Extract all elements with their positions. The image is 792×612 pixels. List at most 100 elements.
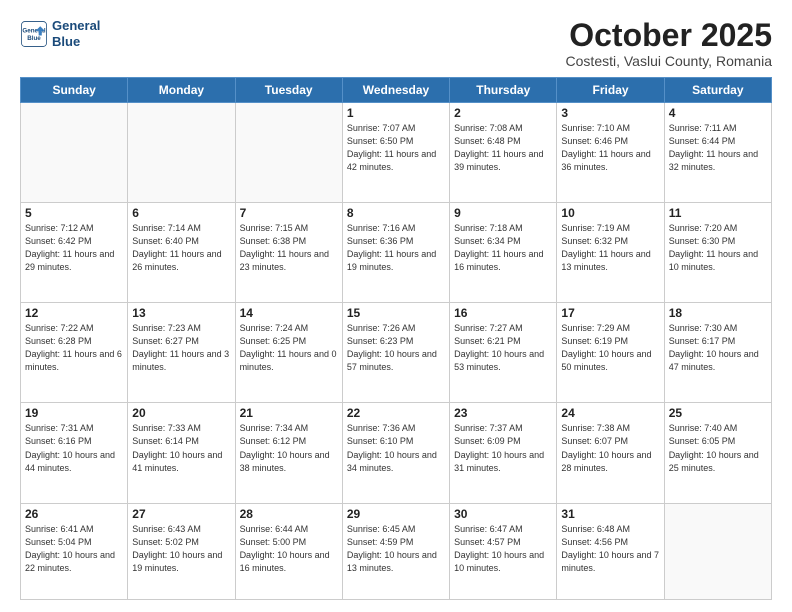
table-row xyxy=(128,103,235,203)
day-info: Sunrise: 7:37 AM Sunset: 6:09 PM Dayligh… xyxy=(454,422,552,474)
table-row xyxy=(235,103,342,203)
calendar-table: Sunday Monday Tuesday Wednesday Thursday… xyxy=(20,77,772,600)
table-row: 27 Sunrise: 6:43 AM Sunset: 5:02 PM Dayli… xyxy=(128,503,235,600)
day-number: 17 xyxy=(561,306,659,320)
day-number: 16 xyxy=(454,306,552,320)
day-info: Sunrise: 7:20 AM Sunset: 6:30 PM Dayligh… xyxy=(669,222,767,274)
day-number: 22 xyxy=(347,406,445,420)
table-row xyxy=(664,503,771,600)
day-number: 27 xyxy=(132,507,230,521)
col-monday: Monday xyxy=(128,78,235,103)
day-number: 14 xyxy=(240,306,338,320)
day-number: 25 xyxy=(669,406,767,420)
table-row: 6Sunrise: 7:14 AM Sunset: 6:40 PM Daylig… xyxy=(128,203,235,303)
table-row: 5Sunrise: 7:12 AM Sunset: 6:42 PM Daylig… xyxy=(21,203,128,303)
day-info: Sunrise: 7:16 AM Sunset: 6:36 PM Dayligh… xyxy=(347,222,445,274)
table-row: 26Sunrise: 6:41 AM Sunset: 5:04 PM Dayli… xyxy=(21,503,128,600)
day-number: 20 xyxy=(132,406,230,420)
header: General Blue General Blue October 2025 C… xyxy=(20,18,772,69)
table-row: 18Sunrise: 7:30 AM Sunset: 6:17 PM Dayli… xyxy=(664,303,771,403)
day-info: Sunrise: 7:31 AM Sunset: 6:16 PM Dayligh… xyxy=(25,422,123,474)
table-row: 13Sunrise: 7:23 AM Sunset: 6:27 PM Dayli… xyxy=(128,303,235,403)
col-wednesday: Wednesday xyxy=(342,78,449,103)
logo-text-line2: Blue xyxy=(52,34,100,50)
day-number: 1 xyxy=(347,106,445,120)
day-number: 21 xyxy=(240,406,338,420)
table-row: 17 Sunrise: 7:29 AM Sunset: 6:19 PM Dayli… xyxy=(557,303,664,403)
table-row: 22 Sunrise: 7:36 AM Sunset: 6:10 PM Dayli… xyxy=(342,403,449,503)
table-row: 28 Sunrise: 6:44 AM Sunset: 5:00 PM Dayli… xyxy=(235,503,342,600)
day-number: 15 xyxy=(347,306,445,320)
day-number: 28 xyxy=(240,507,338,521)
day-info: Sunrise: 7:33 AM Sunset: 6:14 PM Dayligh… xyxy=(132,422,230,474)
day-info: Sunrise: 6:41 AM Sunset: 5:04 PM Dayligh… xyxy=(25,523,123,575)
day-number: 2 xyxy=(454,106,552,120)
day-info: Sunrise: 7:26 AM Sunset: 6:23 PM Dayligh… xyxy=(347,322,445,374)
page: General Blue General Blue October 2025 C… xyxy=(0,0,792,612)
day-number: 11 xyxy=(669,206,767,220)
day-info: Sunrise: 6:45 AM Sunset: 4:59 PM Dayligh… xyxy=(347,523,445,575)
subtitle: Costesti, Vaslui County, Romania xyxy=(566,53,772,69)
table-row: 31 Sunrise: 6:48 AM Sunset: 4:56 PM Dayli… xyxy=(557,503,664,600)
table-row: 4Sunrise: 7:11 AM Sunset: 6:44 PM Daylig… xyxy=(664,103,771,203)
day-info: Sunrise: 6:43 AM Sunset: 5:02 PM Dayligh… xyxy=(132,523,230,575)
day-info: Sunrise: 7:22 AM Sunset: 6:28 PM Dayligh… xyxy=(25,322,123,374)
day-info: Sunrise: 7:15 AM Sunset: 6:38 PM Dayligh… xyxy=(240,222,338,274)
day-info: Sunrise: 7:36 AM Sunset: 6:10 PM Dayligh… xyxy=(347,422,445,474)
table-row: 24 Sunrise: 7:38 AM Sunset: 6:07 PM Dayli… xyxy=(557,403,664,503)
table-row: 9Sunrise: 7:18 AM Sunset: 6:34 PM Daylig… xyxy=(450,203,557,303)
day-info: Sunrise: 7:10 AM Sunset: 6:46 PM Dayligh… xyxy=(561,122,659,174)
day-number: 7 xyxy=(240,206,338,220)
day-info: Sunrise: 7:38 AM Sunset: 6:07 PM Dayligh… xyxy=(561,422,659,474)
day-info: Sunrise: 7:24 AM Sunset: 6:25 PM Dayligh… xyxy=(240,322,338,374)
day-info: Sunrise: 6:48 AM Sunset: 4:56 PM Dayligh… xyxy=(561,523,659,575)
table-row: 11 Sunrise: 7:20 AM Sunset: 6:30 PM Dayli… xyxy=(664,203,771,303)
table-row: 2Sunrise: 7:08 AM Sunset: 6:48 PM Daylig… xyxy=(450,103,557,203)
day-info: Sunrise: 7:40 AM Sunset: 6:05 PM Dayligh… xyxy=(669,422,767,474)
logo-icon: General Blue xyxy=(20,20,48,48)
table-row: 23 Sunrise: 7:37 AM Sunset: 6:09 PM Dayli… xyxy=(450,403,557,503)
table-row: 3 Sunrise: 7:10 AM Sunset: 6:46 PM Daylig… xyxy=(557,103,664,203)
title-block: October 2025 Costesti, Vaslui County, Ro… xyxy=(566,18,772,69)
svg-text:Blue: Blue xyxy=(27,35,41,42)
day-number: 29 xyxy=(347,507,445,521)
table-row: 21 Sunrise: 7:34 AM Sunset: 6:12 PM Dayli… xyxy=(235,403,342,503)
col-tuesday: Tuesday xyxy=(235,78,342,103)
col-saturday: Saturday xyxy=(664,78,771,103)
calendar-header-row: Sunday Monday Tuesday Wednesday Thursday… xyxy=(21,78,772,103)
table-row: 14 Sunrise: 7:24 AM Sunset: 6:25 PM Dayli… xyxy=(235,303,342,403)
table-row: 8Sunrise: 7:16 AM Sunset: 6:36 PM Daylig… xyxy=(342,203,449,303)
day-number: 23 xyxy=(454,406,552,420)
table-row: 1 Sunrise: 7:07 AM Sunset: 6:50 PM Daylig… xyxy=(342,103,449,203)
day-info: Sunrise: 7:07 AM Sunset: 6:50 PM Dayligh… xyxy=(347,122,445,174)
day-number: 18 xyxy=(669,306,767,320)
day-info: Sunrise: 7:18 AM Sunset: 6:34 PM Dayligh… xyxy=(454,222,552,274)
logo: General Blue General Blue xyxy=(20,18,100,49)
table-row: 12Sunrise: 7:22 AM Sunset: 6:28 PM Dayli… xyxy=(21,303,128,403)
table-row: 29 Sunrise: 6:45 AM Sunset: 4:59 PM Dayli… xyxy=(342,503,449,600)
day-number: 24 xyxy=(561,406,659,420)
table-row xyxy=(21,103,128,203)
day-info: Sunrise: 6:44 AM Sunset: 5:00 PM Dayligh… xyxy=(240,523,338,575)
table-row: 7 Sunrise: 7:15 AM Sunset: 6:38 PM Daylig… xyxy=(235,203,342,303)
day-info: Sunrise: 7:23 AM Sunset: 6:27 PM Dayligh… xyxy=(132,322,230,374)
table-row: 30 Sunrise: 6:47 AM Sunset: 4:57 PM Dayli… xyxy=(450,503,557,600)
day-info: Sunrise: 7:12 AM Sunset: 6:42 PM Dayligh… xyxy=(25,222,123,274)
day-info: Sunrise: 7:34 AM Sunset: 6:12 PM Dayligh… xyxy=(240,422,338,474)
table-row: 19 Sunrise: 7:31 AM Sunset: 6:16 PM Dayli… xyxy=(21,403,128,503)
col-thursday: Thursday xyxy=(450,78,557,103)
table-row: 25 Sunrise: 7:40 AM Sunset: 6:05 PM Dayli… xyxy=(664,403,771,503)
col-friday: Friday xyxy=(557,78,664,103)
day-number: 31 xyxy=(561,507,659,521)
day-info: Sunrise: 7:29 AM Sunset: 6:19 PM Dayligh… xyxy=(561,322,659,374)
month-title: October 2025 xyxy=(566,18,772,53)
day-number: 19 xyxy=(25,406,123,420)
day-info: Sunrise: 7:11 AM Sunset: 6:44 PM Dayligh… xyxy=(669,122,767,174)
table-row: 15 Sunrise: 7:26 AM Sunset: 6:23 PM Dayli… xyxy=(342,303,449,403)
table-row: 20 Sunrise: 7:33 AM Sunset: 6:14 PM Dayli… xyxy=(128,403,235,503)
day-number: 10 xyxy=(561,206,659,220)
day-number: 3 xyxy=(561,106,659,120)
day-info: Sunrise: 6:47 AM Sunset: 4:57 PM Dayligh… xyxy=(454,523,552,575)
day-number: 30 xyxy=(454,507,552,521)
day-info: Sunrise: 7:27 AM Sunset: 6:21 PM Dayligh… xyxy=(454,322,552,374)
